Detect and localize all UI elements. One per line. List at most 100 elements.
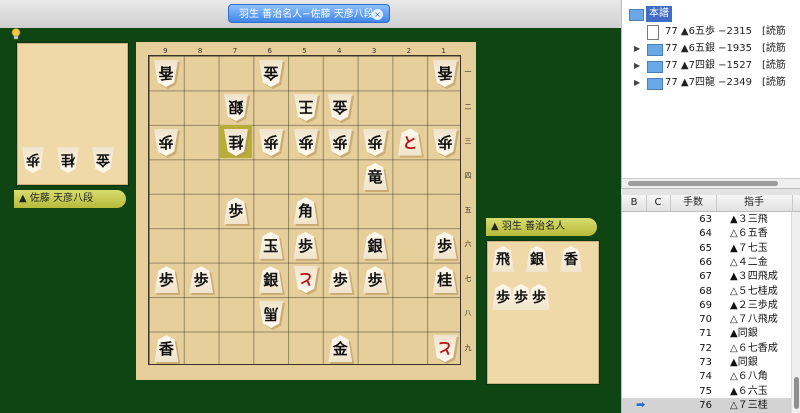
move-text: △７八飛成 xyxy=(730,314,778,326)
player-mark-right: ▲ xyxy=(491,221,499,232)
move-list-scrollbar[interactable] xyxy=(791,212,800,413)
move-row[interactable]: 73 ▲同銀 xyxy=(622,355,792,370)
move-column-header[interactable]: 手数 xyxy=(670,195,717,211)
move-text: ▲７七玉 xyxy=(730,242,768,254)
move-column-header[interactable]: 指手 xyxy=(716,195,793,211)
move-text: △５七桂成 xyxy=(730,285,778,297)
move-column-header[interactable]: B xyxy=(622,195,647,211)
rank-label: 九 xyxy=(464,343,472,352)
file-label: 2 xyxy=(406,47,412,55)
folder-icon xyxy=(647,44,663,56)
move-text: ▲３三飛 xyxy=(730,214,768,225)
move-row[interactable]: 64 △６五香 xyxy=(622,226,792,241)
shogi-app: 羽生 善治名人−佐藤 天彦八段 × ▲ 佐藤 天彦八段 ▲ 羽生 善治名人 9 8… xyxy=(0,0,800,413)
game-tab[interactable]: 羽生 善治名人−佐藤 天彦八段 × xyxy=(228,4,390,23)
move-text: △６七香成 xyxy=(730,342,778,354)
move-text: ▲同銀 xyxy=(730,357,758,368)
player-mark-left: ▲ xyxy=(19,193,27,204)
player-name-left: 佐藤 天彦八段 xyxy=(29,193,94,204)
move-number: 74 xyxy=(699,371,712,383)
tree-row[interactable]: ▶ 77 ▲6五銀 −1935 [読筋 xyxy=(622,41,800,57)
folder-icon xyxy=(647,61,663,73)
move-number: 64 xyxy=(699,228,712,240)
move-row[interactable]: 67 ▲３四飛成 xyxy=(622,269,792,284)
rank-label: 四 xyxy=(464,171,472,180)
move-text: △７三桂 xyxy=(730,399,768,411)
move-number: 75 xyxy=(699,385,712,397)
tree-row-label: 77 ▲7四銀 −1527 [読筋 xyxy=(665,60,786,71)
rank-label: 一 xyxy=(464,68,472,77)
move-row[interactable]: 69 ▲２三歩成 xyxy=(622,298,792,313)
disclosure-triangle-icon[interactable]: ▶ xyxy=(634,75,640,91)
move-row[interactable]: 65 ▲７七玉 xyxy=(622,241,792,256)
tree-root[interactable]: 本譜 xyxy=(629,6,789,22)
player-name-right: 羽生 善治名人 xyxy=(501,221,566,232)
move-list-header: B C 手数 指手 xyxy=(622,195,800,212)
move-row[interactable]: 72 △６七香成 xyxy=(622,341,792,356)
file-label: 3 xyxy=(371,47,377,55)
move-text: △６八角 xyxy=(730,371,768,383)
move-list-panel: B C 手数 指手 63 ▲３三飛 64 △６五香 65 ▲７七玉 66 △４二金 67 ▲３四飛成 68… xyxy=(621,195,800,413)
folder-icon xyxy=(647,78,663,90)
close-icon[interactable]: × xyxy=(372,9,383,20)
move-number: 67 xyxy=(699,271,712,283)
move-column-header[interactable]: C xyxy=(646,195,671,211)
file-label: 5 xyxy=(302,47,307,55)
rank-label: 三 xyxy=(464,137,472,146)
folder-icon xyxy=(629,9,644,21)
rank-label: 五 xyxy=(464,205,472,214)
move-number: 69 xyxy=(699,299,712,311)
tree-row[interactable]: 77 ▲6五歩 −2315 [読筋 xyxy=(622,24,800,40)
tree-row-label: 77 ▲6五歩 −2315 [読筋 xyxy=(665,26,786,37)
rank-label: 六 xyxy=(464,240,472,249)
game-tab-title: 羽生 善治名人−佐藤 天彦八段 xyxy=(239,9,374,20)
move-number: 76 xyxy=(699,399,712,411)
move-row[interactable]: 70 △７八飛成 xyxy=(622,312,792,327)
rank-label: 七 xyxy=(464,274,472,283)
move-number: 71 xyxy=(699,328,712,340)
tab-bar: 羽生 善治名人−佐藤 天彦八段 × xyxy=(0,0,620,29)
tree-row[interactable]: ▶ 77 ▲7四龍 −2349 [読筋 xyxy=(622,75,800,91)
tree-row-label: 77 ▲6五銀 −1935 [読筋 xyxy=(665,43,786,54)
move-row[interactable]: 76 △７三桂 ➡ xyxy=(622,397,792,413)
disclosure-triangle-icon[interactable]: ▶ xyxy=(634,41,640,57)
file-label: 1 xyxy=(441,47,446,55)
lightbulb-icon[interactable] xyxy=(11,28,21,40)
scrollbar-thumb[interactable] xyxy=(794,377,799,409)
move-number: 73 xyxy=(699,357,712,368)
move-number: 65 xyxy=(699,242,712,254)
move-text: ▲２三歩成 xyxy=(730,299,778,311)
file-label: 9 xyxy=(163,47,168,55)
tree-row[interactable]: ▶ 77 ▲7四銀 −1527 [読筋 xyxy=(622,58,800,74)
player-name-plate-right: ▲ 羽生 善治名人 xyxy=(486,218,597,236)
file-label: 7 xyxy=(232,47,238,55)
scrollbar-thumb[interactable] xyxy=(628,181,778,186)
rank-label: 二 xyxy=(464,102,472,111)
file-label: 6 xyxy=(267,47,272,55)
move-text: △６五香 xyxy=(730,228,768,240)
player-name-plate-left: ▲ 佐藤 天彦八段 xyxy=(14,190,126,208)
current-move-arrow-icon: ➡ xyxy=(636,397,646,411)
file-label: 8 xyxy=(197,47,203,55)
move-row[interactable]: 74 △６八角 xyxy=(622,369,792,384)
move-text: △４二金 xyxy=(730,256,768,268)
move-text: ▲同銀 xyxy=(730,328,758,340)
move-text: ▲３四飛成 xyxy=(730,271,778,283)
tree-row-label: 77 ▲7四龍 −2349 [読筋 xyxy=(665,77,786,88)
move-row[interactable]: 66 △４二金 xyxy=(622,255,792,270)
move-row[interactable]: 63 ▲３三飛 xyxy=(622,212,792,227)
tree-horizontal-scrollbar[interactable] xyxy=(622,178,800,188)
move-number: 70 xyxy=(699,314,712,326)
rank-label: 八 xyxy=(464,309,472,318)
move-row[interactable]: 68 △５七桂成 xyxy=(622,284,792,299)
move-row[interactable]: 75 ▲６六玉 xyxy=(622,384,792,399)
disclosure-triangle-icon[interactable]: ▶ xyxy=(634,58,640,74)
variation-tree-panel: 本譜 77 ▲6五歩 −2315 [読筋 ▶ 77 ▲6五銀 −1935 [読筋 ▶ 7… xyxy=(621,0,800,188)
file-label: 4 xyxy=(337,47,342,55)
document-icon xyxy=(647,25,659,40)
tree-root-label: 本譜 xyxy=(646,6,672,22)
move-number: 63 xyxy=(699,214,712,225)
move-number: 72 xyxy=(699,342,712,354)
move-row[interactable]: 71 ▲同銀 xyxy=(622,326,792,341)
move-text: ▲６六玉 xyxy=(730,385,768,397)
